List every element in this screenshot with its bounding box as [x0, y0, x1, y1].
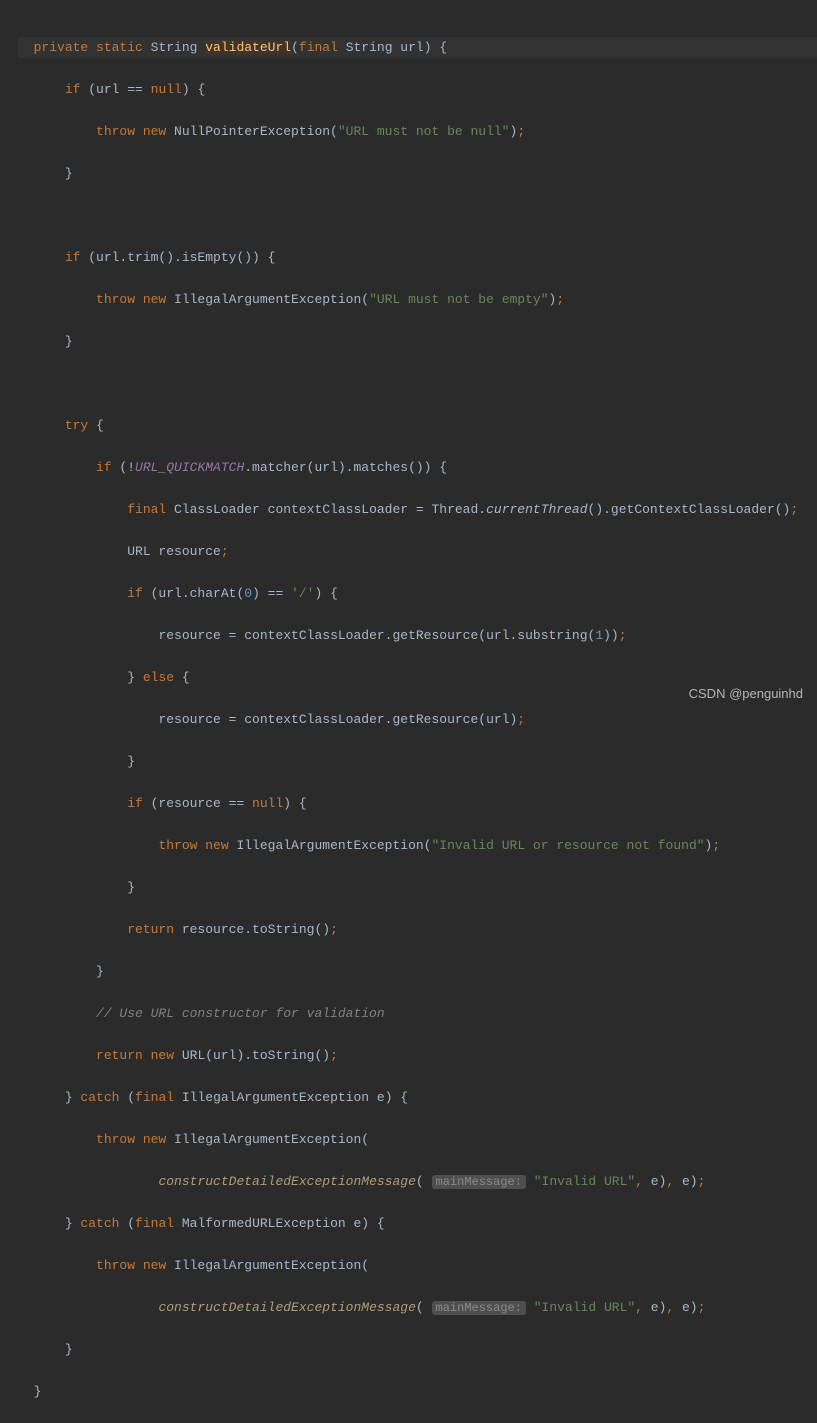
code-line: } catch (final MalformedURLException e) … [18, 1213, 817, 1234]
code-line: throw new IllegalArgumentException( [18, 1129, 817, 1150]
code-line: URL resource; [18, 541, 817, 562]
code-line [18, 373, 817, 394]
code-line [18, 205, 817, 226]
parameter-hint: mainMessage: [432, 1301, 526, 1315]
code-line: constructDetailedExceptionMessage( mainM… [18, 1297, 817, 1318]
code-line: } [18, 961, 817, 982]
code-line: if (url.trim().isEmpty()) { [18, 247, 817, 268]
code-line: private static String validateUrl(final … [18, 37, 817, 58]
code-line: resource = contextClassLoader.getResourc… [18, 709, 817, 730]
code-line: try { [18, 415, 817, 436]
code-line: } [18, 1339, 817, 1360]
code-editor[interactable]: private static String validateUrl(final … [0, 16, 817, 1423]
code-line: return new URL(url).toString(); [18, 1045, 817, 1066]
code-line: resource = contextClassLoader.getResourc… [18, 625, 817, 646]
code-line: throw new IllegalArgumentException("URL … [18, 289, 817, 310]
method-name-highlight: validateUrl [205, 40, 291, 55]
code-line: // Use URL constructor for validation [18, 1003, 817, 1024]
code-line: if (resource == null) { [18, 793, 817, 814]
code-line: } [18, 751, 817, 772]
code-line: if (!URL_QUICKMATCH.matcher(url).matches… [18, 457, 817, 478]
code-line: throw new IllegalArgumentException( [18, 1255, 817, 1276]
code-line: throw new NullPointerException("URL must… [18, 121, 817, 142]
code-line: constructDetailedExceptionMessage( mainM… [18, 1171, 817, 1192]
code-line: throw new IllegalArgumentException("Inva… [18, 835, 817, 856]
code-line: } catch (final IllegalArgumentException … [18, 1087, 817, 1108]
code-line: if (url == null) { [18, 79, 817, 100]
code-line: final ClassLoader contextClassLoader = T… [18, 499, 817, 520]
code-line: } [18, 877, 817, 898]
code-line: } [18, 163, 817, 184]
code-line: } [18, 1381, 817, 1402]
code-line: if (url.charAt(0) == '/') { [18, 583, 817, 604]
code-line: } [18, 331, 817, 352]
parameter-hint: mainMessage: [432, 1175, 526, 1189]
code-line: return resource.toString(); [18, 919, 817, 940]
watermark: CSDN @penguinhd [689, 683, 803, 704]
